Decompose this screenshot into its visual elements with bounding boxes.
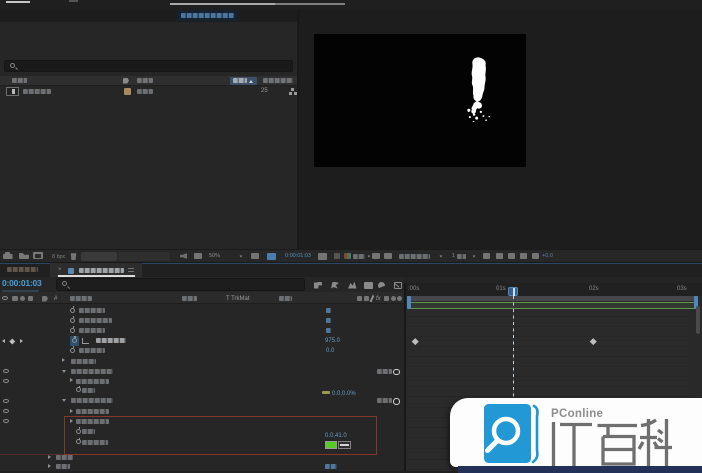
svg-text:PConline: PConline — [551, 408, 603, 420]
